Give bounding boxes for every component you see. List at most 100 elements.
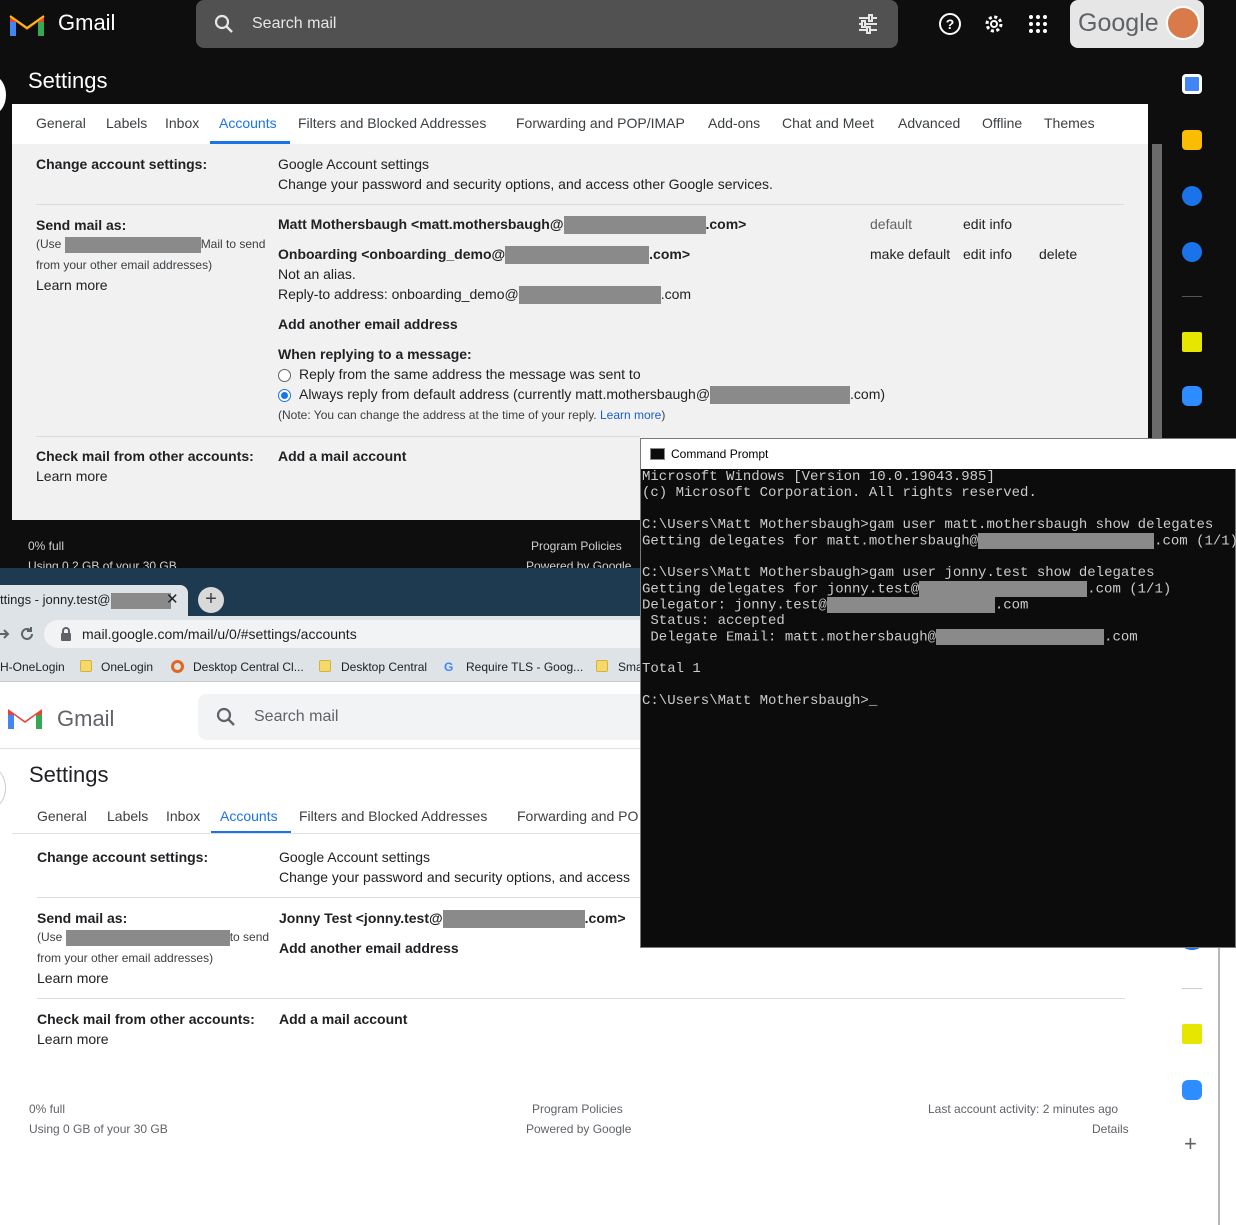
program-policies-link[interactable]: Program Policies	[531, 539, 622, 553]
tab-inbox[interactable]: Inbox	[165, 115, 199, 131]
redaction	[936, 629, 1105, 645]
reload-icon[interactable]	[18, 625, 36, 643]
console-prompt[interactable]: C:\Users\Matt Mothersbaugh>_	[642, 693, 877, 709]
storage-usage: Using 0 GB of your 30 GB	[29, 1122, 168, 1136]
tab-chat-meet[interactable]: Chat and Meet	[782, 115, 874, 131]
close-tab-icon[interactable]: ✕	[166, 590, 179, 608]
url-text[interactable]: mail.google.com/mail/u/0/#settings/accou…	[82, 626, 357, 642]
program-policies-link[interactable]: Program Policies	[532, 1102, 623, 1116]
help-icon[interactable]: ?	[938, 12, 962, 36]
add-mail-account-link[interactable]: Add a mail account	[279, 1011, 407, 1027]
forward-icon[interactable]	[0, 626, 10, 642]
account-address: Jonny Test <jonny.test@	[279, 910, 443, 926]
bookmark-item[interactable]: OneLogin	[101, 660, 153, 674]
keep-icon[interactable]	[1182, 130, 1202, 150]
account-address: Matt Mothersbaugh <matt.mothersbaugh@	[278, 216, 564, 232]
search-input[interactable]: Search mail	[252, 15, 336, 33]
search-icon[interactable]	[212, 12, 236, 36]
tasks-icon[interactable]	[1182, 186, 1202, 206]
send-as-account-2: Onboarding <onboarding_demo@ .com>	[278, 246, 691, 265]
console-icon	[650, 448, 665, 460]
tab-advanced[interactable]: Advanced	[898, 115, 960, 131]
tab-accounts[interactable]: Accounts	[220, 808, 278, 824]
learn-more-link[interactable]: Learn more	[600, 408, 661, 422]
tab-inbox[interactable]: Inbox	[166, 808, 200, 824]
browser-tab-title[interactable]: ttings - jonny.test@	[0, 592, 171, 609]
powered-by: Powered by Google	[526, 1122, 632, 1136]
details-link[interactable]: Details	[1092, 1122, 1129, 1136]
address-bar[interactable]: mail.google.com/mail/u/0/#settings/accou…	[44, 620, 664, 648]
delete-link[interactable]: delete	[1039, 246, 1077, 262]
tab-themes[interactable]: Themes	[1044, 115, 1095, 131]
edit-info-link[interactable]: edit info	[963, 246, 1012, 262]
bookmark-item[interactable]: Desktop Central	[341, 660, 427, 674]
tab-filters[interactable]: Filters and Blocked Addresses	[299, 808, 487, 824]
learn-more-link[interactable]: Learn more	[36, 277, 108, 293]
add-another-email-link[interactable]: Add another email address	[278, 316, 458, 332]
svg-text:?: ?	[946, 16, 955, 32]
change-account-label: Change account settings:	[37, 849, 209, 865]
search-options-icon[interactable]	[856, 12, 880, 36]
tab-addons[interactable]: Add-ons	[708, 115, 760, 131]
bookmark-item[interactable]: Require TLS - Goog...	[466, 660, 583, 674]
tab-labels[interactable]: Labels	[107, 808, 148, 824]
divider	[1182, 296, 1202, 297]
reply-default-text: .com)	[850, 386, 886, 402]
search-icon[interactable]	[214, 705, 238, 729]
redaction	[505, 246, 650, 265]
desktop-central-icon	[171, 660, 184, 673]
divider	[36, 204, 1124, 205]
tab-filters[interactable]: Filters and Blocked Addresses	[298, 115, 486, 131]
tab-general[interactable]: General	[36, 115, 86, 131]
apps-grid-icon[interactable]	[1026, 12, 1050, 36]
search-input[interactable]: Search mail	[254, 708, 338, 726]
lock-icon[interactable]	[60, 627, 72, 641]
bookmark-item[interactable]: Sma	[618, 660, 643, 674]
calendar-icon[interactable]	[1182, 74, 1202, 94]
tab-general[interactable]: General	[37, 808, 87, 824]
make-default-link[interactable]: make default	[870, 246, 950, 262]
page-title: Settings	[28, 68, 108, 93]
console-line: Getting delegates for matt.mothersbaugh@…	[642, 533, 1236, 550]
tab-forwarding[interactable]: Forwarding and POP/IMAP	[516, 115, 685, 131]
tab-labels[interactable]: Labels	[106, 115, 147, 131]
account-address: .com>	[649, 246, 691, 262]
tab-forwarding[interactable]: Forwarding and PO	[517, 808, 638, 824]
tab-offline[interactable]: Offline	[982, 115, 1022, 131]
contacts-icon[interactable]	[1182, 242, 1202, 262]
zoom-icon[interactable]	[1182, 386, 1202, 406]
reply-same-radio[interactable]	[278, 369, 291, 382]
avatar[interactable]	[1166, 6, 1200, 40]
tab-accounts[interactable]: Accounts	[219, 115, 277, 131]
send-mail-label: Send mail as:	[37, 910, 128, 926]
when-replying-label: When replying to a message:	[278, 346, 472, 362]
console-text: .com (1/1)	[1154, 533, 1236, 550]
search-bar[interactable]: Search mail	[198, 694, 658, 740]
learn-more-link[interactable]: Learn more	[37, 970, 109, 986]
window-titlebar[interactable]: Command Prompt	[641, 439, 1236, 469]
learn-more-link[interactable]: Learn more	[37, 1031, 109, 1047]
new-tab-button[interactable]: +	[198, 587, 224, 613]
edit-info-link[interactable]: edit info	[963, 216, 1012, 232]
bookmark-item[interactable]: Desktop Central Cl...	[193, 660, 304, 674]
google-account-settings-link[interactable]: Google Account settings	[278, 156, 429, 172]
google-account-button[interactable]: Google	[1070, 0, 1204, 48]
download-addon-icon[interactable]	[1182, 332, 1202, 352]
add-another-email-link[interactable]: Add another email address	[279, 940, 459, 956]
folder-icon	[319, 660, 331, 672]
reply-default-radio[interactable]	[278, 389, 291, 402]
add-addon-icon[interactable]: +	[1184, 1131, 1197, 1157]
zoom-icon[interactable]	[1182, 1080, 1202, 1100]
scrollbar[interactable]	[1152, 144, 1162, 444]
learn-more-link[interactable]: Learn more	[36, 468, 108, 484]
search-bar[interactable]: Search mail	[196, 0, 898, 48]
google-account-settings-link[interactable]: Google Account settings	[279, 849, 430, 865]
download-addon-icon[interactable]	[1182, 1024, 1202, 1044]
add-mail-account-link[interactable]: Add a mail account	[278, 448, 406, 464]
check-mail-label: Check mail from other accounts:	[37, 1011, 255, 1027]
redaction	[518, 286, 661, 305]
account-address: .com>	[584, 910, 626, 926]
gear-icon[interactable]	[982, 12, 1006, 36]
bookmark-item[interactable]: H-OneLogin	[0, 660, 65, 674]
send-mail-help-2: from your other email addresses)	[37, 951, 214, 965]
